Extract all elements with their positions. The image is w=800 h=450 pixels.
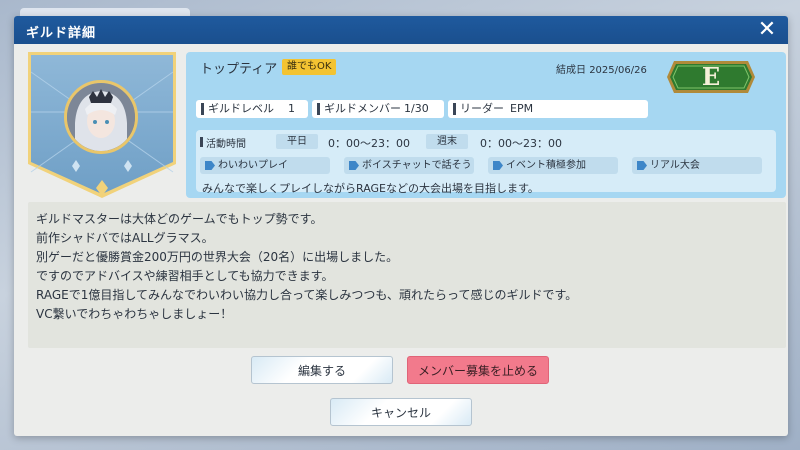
description-line: 前作シャドバではALLグラマス。 — [36, 231, 214, 245]
guild-rank-plate: E — [666, 60, 756, 94]
edit-button[interactable]: 編集する — [251, 356, 393, 384]
description-line: 別ゲーだと優勝賞金200万円の世界大会（20名）に出場しました。 — [36, 250, 399, 264]
guild-detail-dialog: ギルド詳細 ✕ トップティア 誰でもOK 結成日 2025/06/26 E ギル… — [14, 16, 788, 436]
guild-avatar — [64, 80, 138, 154]
dialog-titlebar: ギルド詳細 ✕ — [14, 16, 788, 44]
guild-leader-value: EPM — [510, 102, 534, 115]
tag-item: ボイスチャットで話そう — [344, 157, 474, 174]
weekend-time: 0：00～23：00 — [480, 137, 562, 150]
cancel-button[interactable]: キャンセル — [330, 398, 472, 426]
tag-item: イベント積極参加 — [488, 157, 618, 174]
guild-level-field: ギルドレベル 1 — [196, 100, 308, 118]
tag-item: わいわいプレイ — [200, 157, 330, 174]
guild-emblem — [28, 52, 176, 198]
weekday-time: 0：00～23：00 — [328, 137, 410, 150]
guild-description: ギルドマスターは大体どのゲームでもトップ勢です。 前作シャドバではALLグラマス… — [28, 202, 786, 348]
close-icon[interactable]: ✕ — [756, 19, 778, 41]
guild-leader-field: リーダー EPM — [448, 100, 648, 118]
character-portrait-icon — [67, 83, 135, 151]
tag-icon — [637, 161, 647, 170]
dialog-title: ギルド詳細 — [26, 26, 97, 41]
weekday-chip: 平日 — [276, 134, 318, 149]
guild-info-panel: トップティア 誰でもOK 結成日 2025/06/26 E ギルドレベル 1 ギ… — [186, 52, 786, 198]
weekend-chip: 週末 — [426, 134, 468, 149]
founded-date: 結成日 2025/06/26 — [556, 65, 647, 76]
guild-level-value: 1 — [288, 102, 295, 115]
description-line: RAGEで1億目指してみんなでわいわい協力し合って楽しみつつも、頑れたらって感じ… — [36, 288, 578, 302]
guild-name: トップティア — [200, 62, 278, 77]
tag-icon — [205, 161, 215, 170]
tag-icon — [493, 161, 503, 170]
guild-members-field: ギルドメンバー 1/30 — [312, 100, 444, 118]
description-line: VC繋いでわちゃわちゃしましょー！ — [36, 307, 233, 321]
guild-members-value: 1/30 — [404, 102, 429, 115]
description-line: ギルドマスターは大体どのゲームでもトップ勢です。 — [36, 212, 323, 226]
activity-time-label: 活動時間 — [200, 135, 246, 150]
tag-icon — [349, 161, 359, 170]
tag-item: リアル大会 — [632, 157, 762, 174]
stop-recruit-button[interactable]: メンバー募集を止める — [407, 356, 549, 384]
open-join-badge: 誰でもOK — [282, 59, 337, 75]
guild-rank-letter: E — [701, 62, 721, 91]
description-line: ですのでアドバイスや練習相手としても協力できます。 — [36, 269, 334, 283]
guild-motto: みんなで楽しくプレイしながらRAGEなどの大会出場を目指します。 — [202, 182, 539, 195]
